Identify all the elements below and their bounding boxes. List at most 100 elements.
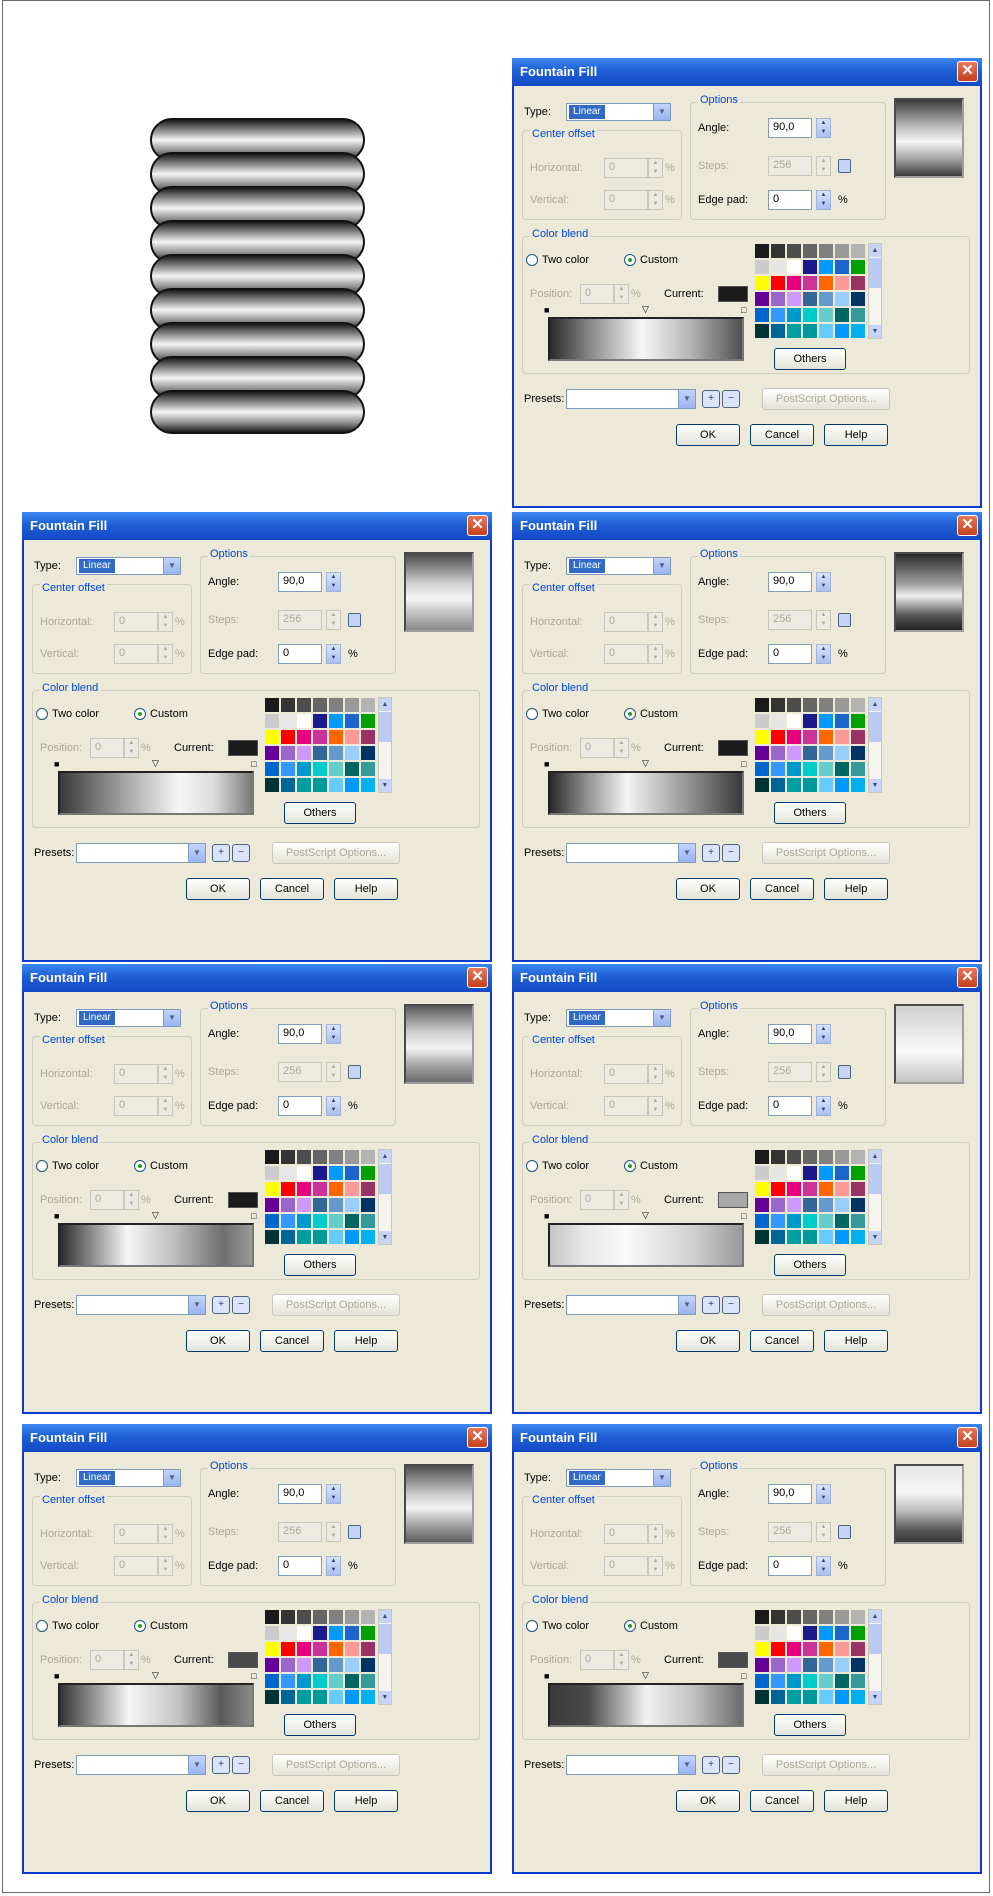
palette-swatch[interactable] <box>280 729 296 745</box>
palette-swatch[interactable] <box>802 1165 818 1181</box>
help-button[interactable]: Help <box>824 878 888 900</box>
scroll-up-icon[interactable]: ▲ <box>379 1150 391 1163</box>
palette-swatch[interactable] <box>818 1149 834 1165</box>
help-button[interactable]: Help <box>334 1790 398 1812</box>
palette-swatch[interactable] <box>850 745 866 761</box>
palette-swatch[interactable] <box>786 761 802 777</box>
edge-pad-spinner[interactable]: ▲ ▼ <box>816 1556 831 1576</box>
palette-swatch[interactable] <box>280 1213 296 1229</box>
angle-spinner[interactable]: ▲ ▼ <box>326 1024 341 1044</box>
palette-swatch[interactable] <box>328 1181 344 1197</box>
type-select[interactable]: Linear ▼ <box>76 1009 181 1027</box>
palette-swatch[interactable] <box>328 1609 344 1625</box>
palette-swatch[interactable] <box>280 1229 296 1245</box>
palette-swatch[interactable] <box>754 1181 770 1197</box>
end-marker-icon[interactable]: □ <box>741 1672 746 1681</box>
custom-radio[interactable] <box>624 708 636 720</box>
palette-swatch[interactable] <box>786 275 802 291</box>
scroll-down-icon[interactable]: ▼ <box>379 1691 391 1704</box>
help-button[interactable]: Help <box>824 1330 888 1352</box>
palette-swatch[interactable] <box>802 307 818 323</box>
palette-swatch[interactable] <box>802 323 818 339</box>
angle-spinner[interactable]: ▲ ▼ <box>816 572 831 592</box>
palette-swatch[interactable] <box>770 1609 786 1625</box>
help-button[interactable]: Help <box>824 424 888 446</box>
palette-swatch[interactable] <box>770 729 786 745</box>
palette-swatch[interactable] <box>360 1197 376 1213</box>
palette-swatch[interactable] <box>818 729 834 745</box>
palette-swatch[interactable] <box>296 1689 312 1705</box>
start-marker-icon[interactable]: ■ <box>54 760 59 769</box>
palette-swatch[interactable] <box>834 1657 850 1673</box>
palette-swatch[interactable] <box>850 1149 866 1165</box>
palette-scrollbar[interactable]: ▲ ▼ <box>378 1149 392 1245</box>
palette-swatch[interactable] <box>264 729 280 745</box>
postscript-options-button[interactable]: PostScript Options... <box>272 1754 400 1776</box>
angle-spinner[interactable]: ▲ ▼ <box>326 1484 341 1504</box>
palette-swatch[interactable] <box>786 291 802 307</box>
palette-swatch[interactable] <box>786 1673 802 1689</box>
end-marker-icon[interactable]: □ <box>251 760 256 769</box>
palette-swatch[interactable] <box>850 729 866 745</box>
palette-swatch[interactable] <box>850 275 866 291</box>
lock-icon[interactable] <box>348 1525 361 1539</box>
palette-swatch[interactable] <box>802 1229 818 1245</box>
end-marker-icon[interactable]: □ <box>741 306 746 315</box>
palette-swatch[interactable] <box>280 1625 296 1641</box>
current-color-swatch[interactable] <box>228 740 258 756</box>
palette-swatch[interactable] <box>280 1149 296 1165</box>
palette-swatch[interactable] <box>296 1673 312 1689</box>
cancel-button[interactable]: Cancel <box>260 878 324 900</box>
palette-swatch[interactable] <box>754 1689 770 1705</box>
scroll-thumb[interactable] <box>379 712 391 742</box>
palette-swatch[interactable] <box>328 777 344 793</box>
palette-swatch[interactable] <box>754 243 770 259</box>
palette-swatch[interactable] <box>770 1197 786 1213</box>
edge-pad-field[interactable]: 0 <box>278 1556 322 1576</box>
palette-swatch[interactable] <box>328 1213 344 1229</box>
edge-pad-field[interactable]: 0 <box>768 644 812 664</box>
palette-swatch[interactable] <box>834 1625 850 1641</box>
presets-select[interactable]: ▼ <box>566 1755 696 1775</box>
current-color-swatch[interactable] <box>718 1192 748 1208</box>
palette-swatch[interactable] <box>312 1609 328 1625</box>
palette-swatch[interactable] <box>264 777 280 793</box>
palette-swatch[interactable] <box>344 1673 360 1689</box>
help-button[interactable]: Help <box>334 878 398 900</box>
palette-swatch[interactable] <box>344 1229 360 1245</box>
palette-swatch[interactable] <box>264 1641 280 1657</box>
color-palette[interactable] <box>264 697 376 793</box>
palette-swatch[interactable] <box>850 243 866 259</box>
color-palette[interactable] <box>754 697 866 793</box>
custom-radio[interactable] <box>134 1160 146 1172</box>
palette-swatch[interactable] <box>754 1657 770 1673</box>
cancel-button[interactable]: Cancel <box>750 1790 814 1812</box>
palette-swatch[interactable] <box>818 1689 834 1705</box>
palette-swatch[interactable] <box>360 713 376 729</box>
palette-swatch[interactable] <box>770 745 786 761</box>
palette-swatch[interactable] <box>280 777 296 793</box>
palette-swatch[interactable] <box>802 1673 818 1689</box>
palette-swatch[interactable] <box>360 697 376 713</box>
palette-swatch[interactable] <box>344 777 360 793</box>
palette-swatch[interactable] <box>360 1673 376 1689</box>
others-button[interactable]: Others <box>284 802 356 824</box>
palette-swatch[interactable] <box>770 323 786 339</box>
palette-swatch[interactable] <box>834 713 850 729</box>
palette-swatch[interactable] <box>802 697 818 713</box>
palette-swatch[interactable] <box>754 1165 770 1181</box>
palette-swatch[interactable] <box>264 1673 280 1689</box>
two-color-radio[interactable] <box>36 1160 48 1172</box>
palette-swatch[interactable] <box>312 1229 328 1245</box>
palette-swatch[interactable] <box>818 291 834 307</box>
angle-spinner[interactable]: ▲ ▼ <box>816 1484 831 1504</box>
others-button[interactable]: Others <box>284 1254 356 1276</box>
custom-radio[interactable] <box>624 1160 636 1172</box>
palette-swatch[interactable] <box>802 275 818 291</box>
palette-swatch[interactable] <box>280 697 296 713</box>
remove-preset-button[interactable]: − <box>232 1756 250 1774</box>
palette-swatch[interactable] <box>834 259 850 275</box>
palette-swatch[interactable] <box>264 1213 280 1229</box>
palette-swatch[interactable] <box>786 1149 802 1165</box>
palette-swatch[interactable] <box>802 291 818 307</box>
